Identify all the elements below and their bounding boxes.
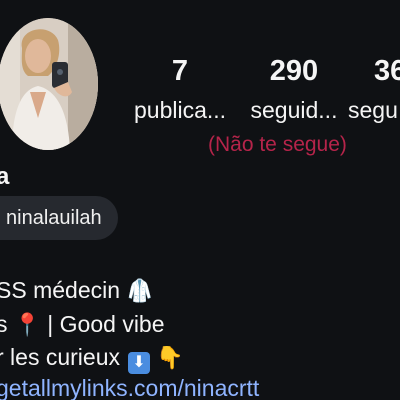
bio-line-1: SS médecin 🥼 xyxy=(0,276,153,305)
bio-line-3-text: r les curieux xyxy=(0,344,120,370)
bio-line-2: s 📍 | Good vibe xyxy=(0,310,165,339)
username-pill[interactable]: ninalauilah xyxy=(0,196,118,240)
posts-count: 7 xyxy=(171,55,189,87)
posts-label: publica... xyxy=(134,97,227,123)
following-count: 36 xyxy=(374,55,400,87)
pointing-down-hand-icon: 👇 xyxy=(155,345,184,370)
stat-following[interactable]: 36 segu xyxy=(348,54,400,124)
profile-avatar[interactable] xyxy=(0,18,98,150)
down-arrow-icon: ⬇ xyxy=(127,352,150,374)
bio-line-2-suffix: | Good vibe xyxy=(47,311,165,337)
username-text: ninalauilah xyxy=(6,206,102,229)
bio-line-2-prefix: s xyxy=(0,311,8,337)
bio-line-3: r les curieux ⬇ 👇 xyxy=(0,343,183,374)
bio-line-1-text: SS médecin xyxy=(0,277,121,303)
bio-link[interactable]: getallmylinks.com/ninacrtt xyxy=(0,374,259,400)
avatar-photo xyxy=(0,18,98,150)
stat-posts[interactable]: 7 publica... xyxy=(134,54,226,124)
lab-coat-icon: 🥼 xyxy=(126,278,154,303)
pin-icon: 📍 xyxy=(13,312,41,337)
display-name: a xyxy=(0,163,10,190)
stat-followers[interactable]: 290 seguid... xyxy=(242,54,346,124)
not-following-you-note: (Não te segue) xyxy=(208,133,347,156)
followers-count: 290 xyxy=(269,55,319,87)
following-label: segu xyxy=(348,97,398,123)
followers-label: seguid... xyxy=(250,97,338,123)
profile-screen: 7 publica... 290 seguid... 36 segu (Não … xyxy=(0,0,400,400)
